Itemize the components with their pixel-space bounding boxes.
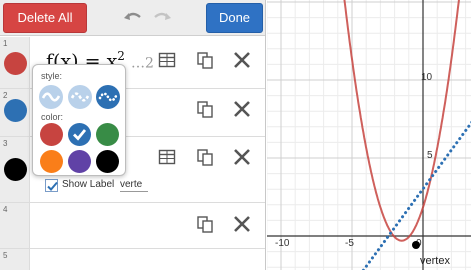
solid-wave-icon	[41, 92, 61, 102]
close-icon[interactable]	[233, 51, 251, 69]
checkmark-icon	[47, 181, 58, 191]
redo-icon	[154, 12, 171, 20]
table-icon[interactable]	[158, 148, 176, 166]
undo-icon	[124, 12, 141, 20]
line-style-solid[interactable]	[39, 85, 63, 109]
graphing-calculator: Delete All Done 1 f(x) = x2 …2 2 3 4 5 S…	[0, 0, 471, 270]
row-number: 4	[3, 205, 8, 214]
color-option-red[interactable]	[40, 123, 63, 146]
color-option-orange[interactable]	[40, 150, 63, 173]
formula-overflow: …2	[130, 55, 154, 72]
row-gutter: 3	[0, 137, 30, 202]
line-style-dotted[interactable]	[96, 85, 120, 109]
close-icon[interactable]	[233, 100, 251, 118]
color-option-purple[interactable]	[68, 150, 91, 173]
row-number: 5	[3, 251, 8, 260]
close-icon[interactable]	[233, 148, 251, 166]
formula-exponent: 2	[117, 49, 125, 63]
row-gutter: 2	[0, 89, 30, 136]
x-tick-label: -10	[275, 238, 290, 249]
dashed-wave-icon	[70, 92, 90, 102]
show-label-text: Show Label	[62, 179, 115, 190]
duplicate-icon[interactable]	[196, 148, 214, 166]
row-number: 1	[3, 39, 8, 48]
color-swatch-red[interactable]	[4, 52, 27, 75]
color-label: color:	[41, 112, 64, 122]
y-tick-label: 5	[427, 150, 433, 161]
color-swatch-black[interactable]	[4, 158, 27, 181]
redo-button[interactable]	[152, 9, 172, 27]
graph-canvas[interactable]: -10 -5 0 5 10 vertex	[267, 0, 471, 270]
y-tick-label: 10	[421, 72, 433, 83]
vertex-point[interactable]	[412, 241, 420, 249]
expression-row-4[interactable]: 4	[0, 203, 265, 249]
color-swatch-blue[interactable]	[4, 99, 27, 122]
duplicate-icon[interactable]	[196, 215, 214, 233]
close-icon[interactable]	[233, 215, 251, 233]
checkmark-icon	[73, 129, 87, 141]
row-number: 3	[3, 139, 8, 148]
row-gutter: 1	[0, 37, 30, 88]
style-label: style:	[41, 71, 63, 81]
color-option-blue[interactable]	[68, 123, 91, 146]
undo-button[interactable]	[123, 9, 143, 27]
delete-all-button[interactable]: Delete All	[3, 3, 87, 33]
duplicate-icon[interactable]	[196, 51, 214, 69]
style-color-popover: style: color:	[32, 64, 126, 176]
color-option-black[interactable]	[96, 150, 119, 173]
line-style-dashed[interactable]	[68, 85, 92, 109]
table-icon[interactable]	[158, 51, 176, 69]
row-gutter: 5	[0, 249, 30, 270]
dotted-wave-icon	[98, 92, 118, 102]
vertex-label: vertex	[420, 255, 450, 267]
done-button[interactable]: Done	[206, 3, 263, 33]
toolbar: Delete All Done	[0, 0, 265, 36]
show-label-checkbox[interactable]	[45, 179, 58, 192]
label-text-input[interactable]	[120, 178, 148, 192]
expression-panel: Delete All Done 1 f(x) = x2 …2 2 3 4 5 S…	[0, 0, 266, 270]
expression-row-5[interactable]: 5	[0, 249, 265, 270]
row-number: 2	[3, 91, 8, 100]
color-option-green[interactable]	[96, 123, 119, 146]
row-gutter: 4	[0, 203, 30, 248]
duplicate-icon[interactable]	[196, 100, 214, 118]
x-tick-label: -5	[345, 238, 354, 249]
